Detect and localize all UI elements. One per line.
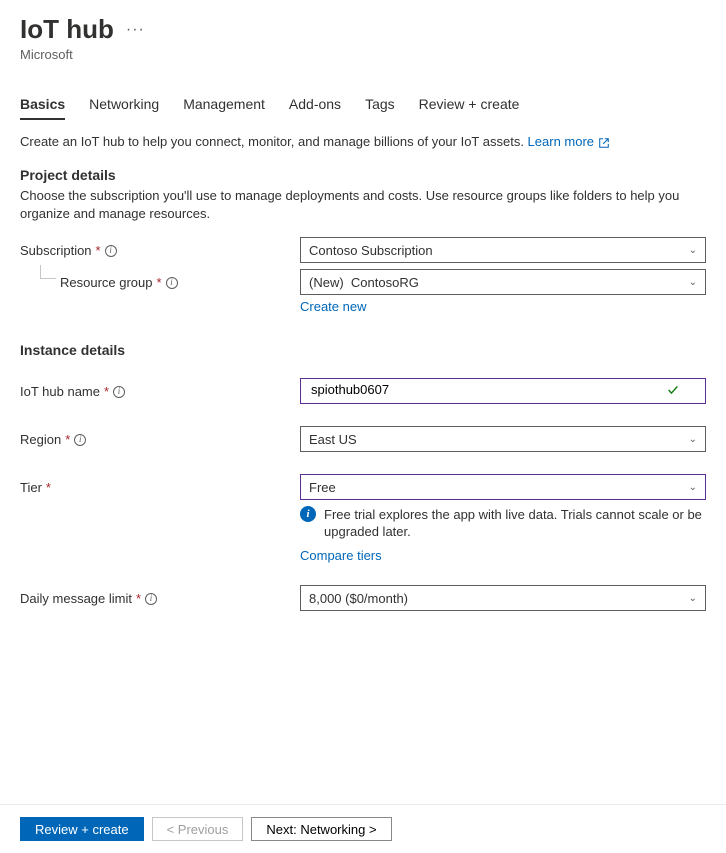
required-indicator: *: [46, 480, 51, 495]
tab-networking[interactable]: Networking: [89, 92, 159, 120]
daily-message-limit-select[interactable]: 8,000 ($0/month) ⌄: [300, 585, 706, 611]
tab-addons[interactable]: Add-ons: [289, 92, 341, 120]
required-indicator: *: [65, 432, 70, 447]
project-details-desc: Choose the subscription you'll use to ma…: [20, 187, 706, 223]
instance-details-heading: Instance details: [20, 342, 706, 358]
required-indicator: *: [157, 275, 162, 290]
check-icon: [666, 383, 680, 400]
project-details-heading: Project details: [20, 167, 706, 183]
more-icon[interactable]: ···: [126, 21, 145, 39]
subscription-select[interactable]: Contoso Subscription ⌄: [300, 237, 706, 263]
chevron-down-icon: ⌄: [689, 482, 697, 493]
publisher-label: Microsoft: [20, 47, 706, 62]
chevron-down-icon: ⌄: [689, 245, 697, 256]
tab-management[interactable]: Management: [183, 92, 265, 120]
next-button[interactable]: Next: Networking >: [251, 817, 391, 841]
info-icon[interactable]: i: [74, 434, 86, 446]
required-indicator: *: [136, 591, 141, 606]
chevron-down-icon: ⌄: [689, 277, 697, 288]
review-create-button[interactable]: Review + create: [20, 817, 144, 841]
tab-basics[interactable]: Basics: [20, 92, 65, 120]
resource-group-label: Resource group: [60, 275, 153, 290]
tier-select[interactable]: Free ⌄: [300, 474, 706, 500]
resource-group-select[interactable]: (New) ContosoRG ⌄: [300, 269, 706, 295]
compare-tiers-link[interactable]: Compare tiers: [300, 548, 706, 563]
daily-message-limit-label: Daily message limit: [20, 591, 132, 606]
chevron-down-icon: ⌄: [689, 593, 697, 604]
info-icon: i: [300, 506, 316, 522]
subscription-label: Subscription: [20, 243, 92, 258]
external-link-icon: [598, 137, 610, 149]
tab-tags[interactable]: Tags: [365, 92, 395, 120]
iot-hub-name-input[interactable]: [300, 378, 706, 404]
iot-hub-name-label: IoT hub name: [20, 384, 100, 399]
page-title: IoT hub: [20, 14, 114, 45]
tier-info-text: Free trial explores the app with live da…: [324, 506, 706, 540]
tier-label: Tier: [20, 480, 42, 495]
region-select[interactable]: East US ⌄: [300, 426, 706, 452]
info-icon[interactable]: i: [145, 593, 157, 605]
tab-bar: Basics Networking Management Add-ons Tag…: [20, 92, 706, 120]
chevron-down-icon: ⌄: [689, 434, 697, 445]
region-label: Region: [20, 432, 61, 447]
info-icon[interactable]: i: [113, 386, 125, 398]
intro-text: Create an IoT hub to help you connect, m…: [20, 134, 528, 149]
required-indicator: *: [104, 384, 109, 399]
create-new-rg-link[interactable]: Create new: [300, 299, 706, 314]
info-icon[interactable]: i: [166, 277, 178, 289]
required-indicator: *: [96, 243, 101, 258]
tab-review-create[interactable]: Review + create: [419, 92, 520, 120]
tree-connector: [40, 265, 56, 279]
previous-button: < Previous: [152, 817, 244, 841]
learn-more-link[interactable]: Learn more: [528, 134, 610, 149]
info-icon[interactable]: i: [105, 245, 117, 257]
